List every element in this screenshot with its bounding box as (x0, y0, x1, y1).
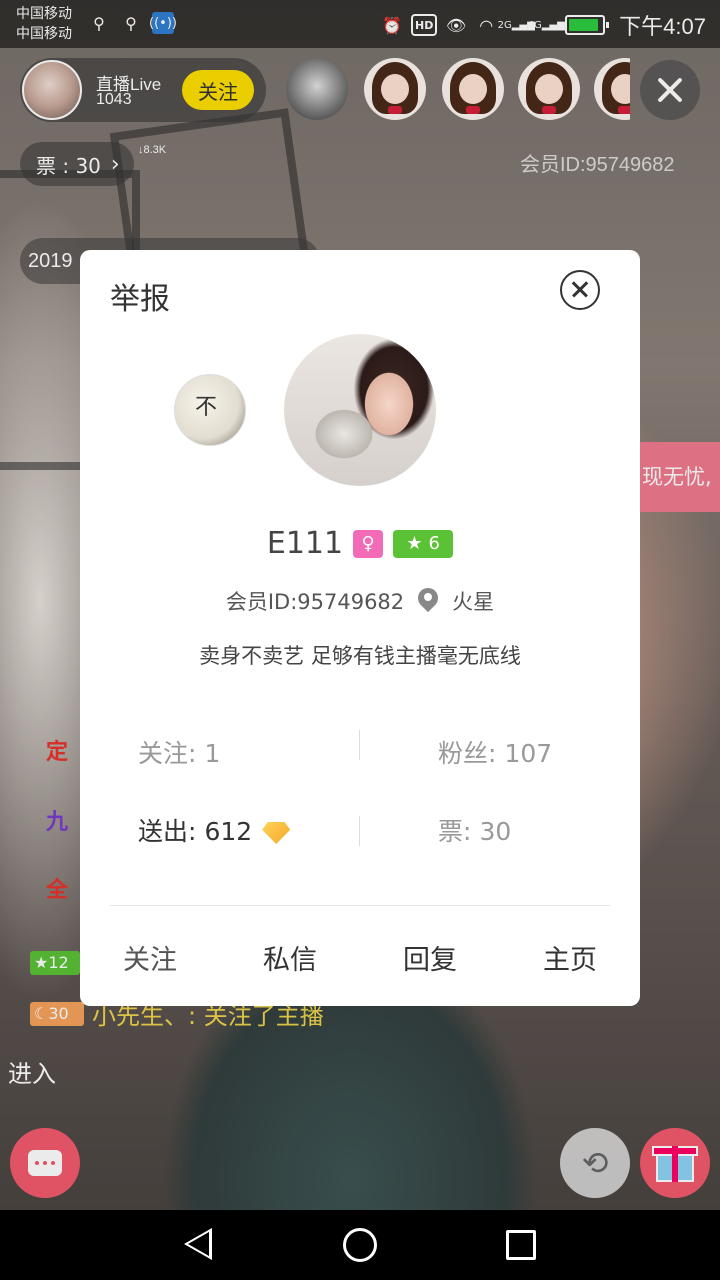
user-avatar[interactable] (284, 334, 436, 486)
private-message-button[interactable]: 私信 (245, 938, 335, 977)
following-stat[interactable]: 关注: 1 (138, 734, 220, 770)
fans-label: 粉丝: (438, 739, 497, 768)
female-icon: ♀ (353, 529, 384, 558)
following-label: 关注: (138, 739, 197, 768)
system-nav-bar (0, 1210, 720, 1280)
level-badge: ★ 6 (393, 529, 454, 558)
star-icon: ★ (406, 533, 423, 554)
following-value: 1 (204, 739, 221, 768)
location: 火星 (452, 590, 495, 614)
level-value: 6 (428, 533, 440, 554)
follow-button[interactable]: 关注 (105, 938, 195, 977)
recent-apps-icon[interactable] (506, 1230, 536, 1260)
divider (110, 905, 610, 906)
secondary-avatar-text: 不 (195, 395, 218, 420)
votes-value: 30 (479, 817, 512, 846)
homepage-button[interactable]: 主页 (525, 938, 615, 977)
report-link[interactable]: 举报 (110, 274, 170, 318)
location-pin-icon (418, 588, 438, 614)
fans-value: 107 (504, 739, 553, 768)
votes-label: 票: (438, 817, 472, 846)
votes-stat: 票: 30 (438, 812, 511, 848)
sent-label: 送出: (138, 817, 197, 846)
reply-button[interactable]: 回复 (385, 938, 475, 977)
username: E111 (266, 526, 344, 561)
user-signature: 卖身不卖艺 足够有钱主播毫无底线 (199, 644, 521, 668)
member-id: 会员ID:95749682 (225, 590, 405, 614)
home-icon[interactable] (343, 1228, 377, 1262)
fans-stat[interactable]: 粉丝: 107 (438, 734, 552, 770)
secondary-avatar[interactable]: 不 (174, 374, 246, 446)
user-profile-modal: 举报 不 E111 ♀ ★ 6 会员ID:95749682 火星 卖身不卖艺 足够… (80, 250, 640, 1006)
sent-stat: 送出: 612 (138, 812, 291, 848)
sent-value: 612 (204, 817, 253, 846)
close-modal-icon[interactable] (560, 270, 600, 310)
back-icon[interactable] (184, 1228, 212, 1260)
diamond-icon (262, 822, 291, 844)
